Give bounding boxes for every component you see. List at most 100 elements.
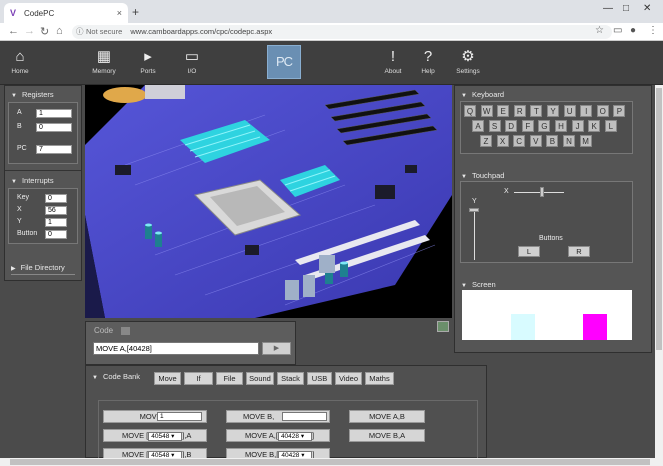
key-m[interactable]: M bbox=[579, 135, 592, 147]
bank-tab-maths[interactable]: Maths bbox=[365, 372, 394, 385]
cast-icon[interactable]: ▭ bbox=[613, 25, 622, 36]
key-i[interactable]: I bbox=[580, 105, 593, 117]
reload-icon[interactable]: ↻ bbox=[40, 25, 49, 38]
move-mem-a-button[interactable]: MOVE [40548 ▾],A bbox=[103, 429, 207, 442]
x-slider-thumb[interactable] bbox=[539, 187, 544, 197]
move-a-b-button[interactable]: MOVE A,B bbox=[349, 410, 425, 423]
toolbar-io[interactable]: ▭ I/O bbox=[172, 46, 212, 75]
menu-icon[interactable]: ⋮ bbox=[648, 25, 658, 36]
y-slider-thumb[interactable] bbox=[469, 208, 479, 212]
vertical-scrollbar[interactable] bbox=[655, 85, 663, 458]
register-b-label: B bbox=[17, 123, 22, 130]
collapse-arrow-icon: ▼ bbox=[11, 179, 17, 185]
speaker-icon: ▸ bbox=[144, 48, 152, 65]
key-c[interactable]: C bbox=[513, 135, 526, 147]
left-button[interactable]: L bbox=[518, 246, 540, 257]
vertical-scroll-thumb[interactable] bbox=[656, 88, 662, 350]
key-b[interactable]: B bbox=[546, 135, 559, 147]
bank-tab-move[interactable]: Move bbox=[154, 372, 181, 385]
touchpad-x-label: X bbox=[504, 188, 509, 195]
key-k[interactable]: K bbox=[588, 120, 601, 132]
registers-header[interactable]: ▼ Registers bbox=[5, 86, 81, 100]
keyboard-header[interactable]: ▼ Keyboard bbox=[455, 86, 651, 100]
browser-tab[interactable]: V CodePC × bbox=[4, 3, 128, 23]
file-directory-header[interactable]: ▶ File Directory bbox=[5, 259, 65, 273]
move-a-mem-button[interactable]: MOVE A,[40428 ▾] bbox=[226, 429, 330, 442]
close-window-icon[interactable]: ✕ bbox=[643, 3, 651, 14]
right-button[interactable]: R bbox=[568, 246, 590, 257]
expand-arrow-icon: ▶ bbox=[11, 266, 16, 272]
move-b-literal-field[interactable] bbox=[282, 412, 327, 421]
forward-icon[interactable]: → bbox=[24, 25, 35, 37]
code-input[interactable]: MOVE A,[40428] bbox=[93, 342, 259, 355]
toolbar-home[interactable]: ⌂ Home bbox=[0, 46, 40, 75]
key-h[interactable]: H bbox=[555, 120, 567, 132]
move-a-literal-field[interactable]: 1 bbox=[157, 412, 202, 421]
bank-tab-video[interactable]: Video bbox=[335, 372, 362, 385]
bank-tab-usb[interactable]: USB bbox=[307, 372, 332, 385]
move-a-mem-prefix: MOVE A,[ bbox=[245, 431, 278, 440]
bookmark-star-icon[interactable]: ☆ bbox=[595, 25, 604, 36]
horizontal-scrollbar[interactable] bbox=[0, 458, 663, 466]
bank-tab-if[interactable]: If bbox=[184, 372, 213, 385]
touchpad-box: X Y Buttons L R bbox=[460, 181, 633, 263]
horizontal-scroll-thumb[interactable] bbox=[10, 459, 650, 465]
pc-logo-button[interactable]: PC bbox=[267, 45, 301, 79]
key-d[interactable]: D bbox=[505, 120, 518, 132]
move-b-a-button[interactable]: MOVE B,A bbox=[349, 429, 425, 442]
toolbar-ports[interactable]: ▸ Ports bbox=[128, 46, 168, 75]
info-icon[interactable]: ⓘ bbox=[76, 25, 84, 39]
screen-header[interactable]: ▼ Screen bbox=[455, 276, 496, 290]
codepc-favicon-icon: V bbox=[10, 7, 17, 18]
key-g[interactable]: G bbox=[538, 120, 551, 132]
y-slider-track[interactable] bbox=[474, 208, 475, 260]
key-p[interactable]: P bbox=[613, 105, 626, 117]
toolbar-memory[interactable]: ▦ Memory bbox=[84, 46, 124, 75]
move-mem-a-select[interactable]: 40548 ▾ bbox=[148, 431, 183, 441]
toolbar-about[interactable]: ! About bbox=[373, 46, 413, 75]
bank-tab-file[interactable]: File bbox=[216, 372, 243, 385]
key-r[interactable]: R bbox=[513, 105, 526, 117]
account-icon[interactable]: ● bbox=[630, 25, 636, 36]
key-n[interactable]: N bbox=[563, 135, 575, 147]
key-l[interactable]: L bbox=[604, 120, 617, 132]
interrupts-header[interactable]: ▼ Interrupts bbox=[5, 172, 54, 186]
key-z[interactable]: Z bbox=[480, 135, 492, 147]
key-v[interactable]: V bbox=[529, 135, 542, 147]
run-button[interactable]: ▶ bbox=[262, 342, 291, 355]
key-x[interactable]: X bbox=[496, 135, 509, 147]
back-icon[interactable]: ← bbox=[8, 25, 19, 37]
motherboard-3d-view[interactable] bbox=[85, 85, 452, 318]
home-browser-icon[interactable]: ⌂ bbox=[56, 25, 63, 37]
key-s[interactable]: S bbox=[488, 120, 501, 132]
key-y[interactable]: Y bbox=[547, 105, 559, 117]
key-u[interactable]: U bbox=[563, 105, 576, 117]
url-field[interactable]: ⓘ Not secure www.camboardapps.com/cpc/co… bbox=[72, 25, 612, 39]
key-t[interactable]: T bbox=[530, 105, 543, 117]
key-w[interactable]: W bbox=[480, 105, 493, 117]
key-f[interactable]: F bbox=[521, 120, 534, 132]
key-j[interactable]: J bbox=[571, 120, 584, 132]
browser-tab-strip: V CodePC × + — □ ✕ bbox=[0, 0, 663, 23]
bank-tab-stack[interactable]: Stack bbox=[277, 372, 304, 385]
bank-tab-sound[interactable]: Sound bbox=[246, 372, 274, 385]
address-bar: ← → ↻ ⌂ ⓘ Not secure www.camboardapps.co… bbox=[0, 23, 663, 41]
key-a[interactable]: A bbox=[472, 120, 484, 132]
code-panel: Code MOVE A,[40428] ▶ bbox=[85, 321, 296, 365]
collapse-arrow-icon: ▼ bbox=[461, 174, 467, 180]
key-e[interactable]: E bbox=[497, 105, 510, 117]
tab-close-icon[interactable]: × bbox=[117, 8, 122, 18]
touchpad-header[interactable]: ▼ Touchpad bbox=[455, 167, 504, 181]
key-o[interactable]: O bbox=[596, 105, 609, 117]
divider bbox=[5, 170, 81, 171]
collapse-arrow-icon: ▼ bbox=[11, 93, 17, 99]
move-a-mem-select[interactable]: 40428 ▾ bbox=[277, 431, 312, 441]
toolbar-settings[interactable]: ⚙ Settings bbox=[448, 46, 488, 75]
refresh-icon[interactable] bbox=[437, 321, 449, 332]
key-q[interactable]: Q bbox=[464, 105, 476, 117]
minimize-icon[interactable]: — bbox=[603, 3, 613, 14]
toolbar-help[interactable]: ? Help bbox=[408, 46, 448, 75]
new-tab-button[interactable]: + bbox=[132, 5, 139, 19]
maximize-icon[interactable]: □ bbox=[623, 3, 629, 14]
code-icon[interactable] bbox=[121, 326, 131, 335]
